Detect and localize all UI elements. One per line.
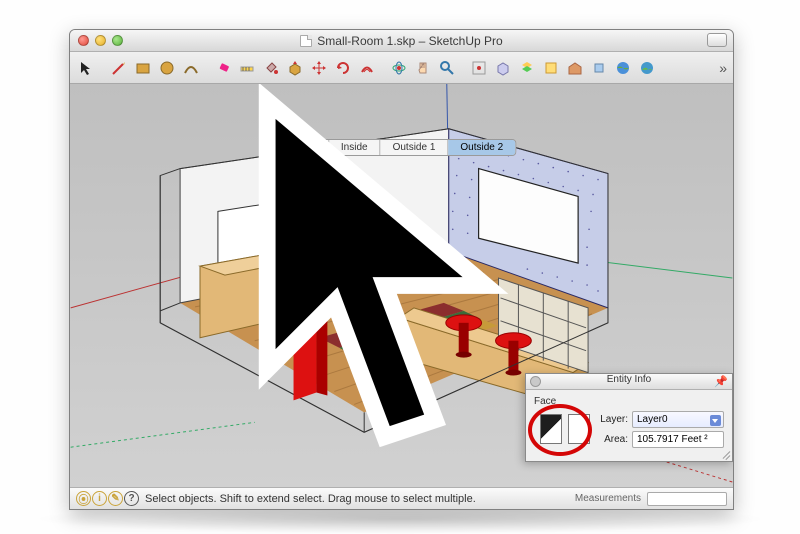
pan-tool[interactable] bbox=[412, 57, 434, 79]
layer-label: Layer: bbox=[594, 414, 628, 425]
entity-type-label: Face bbox=[534, 396, 724, 407]
measurements-label: Measurements bbox=[575, 493, 641, 504]
add-location-tool[interactable] bbox=[540, 57, 562, 79]
measurements-box: Measurements bbox=[575, 492, 727, 506]
scene-tab-inside[interactable]: Inside bbox=[329, 140, 381, 155]
document-icon bbox=[300, 35, 312, 47]
front-face-swatch[interactable] bbox=[540, 414, 562, 444]
model-viewport[interactable]: Top Inside Outside 1 Outside 2 Entity In… bbox=[70, 84, 733, 487]
panel-pin-icon[interactable]: 📌 bbox=[714, 375, 728, 388]
status-hint: Select objects. Shift to extend select. … bbox=[145, 493, 476, 505]
scene-tab-outside1[interactable]: Outside 1 bbox=[381, 140, 449, 155]
face-material-swatches bbox=[540, 414, 590, 444]
paint-bucket-tool[interactable] bbox=[260, 57, 282, 79]
zoom-tool[interactable] bbox=[436, 57, 458, 79]
push-pull-tool[interactable] bbox=[284, 57, 306, 79]
extension-tool[interactable] bbox=[588, 57, 610, 79]
rectangle-tool[interactable] bbox=[132, 57, 154, 79]
measurements-input[interactable] bbox=[647, 492, 727, 506]
area-label: Area: bbox=[594, 434, 628, 445]
entity-info-panel[interactable]: Entity Info 📌 Face Layer: Layer0 Area: 1… bbox=[525, 373, 733, 462]
geolocation-icon[interactable]: ⦿ bbox=[76, 491, 91, 506]
toolbar-overflow-icon[interactable]: » bbox=[719, 60, 727, 76]
status-bar: ⦿ i ✎ ? Select objects. Shift to extend … bbox=[70, 487, 733, 509]
titlebar[interactable]: Small-Room 1.skp – SketchUp Pro bbox=[70, 30, 733, 52]
entity-info-titlebar[interactable]: Entity Info 📌 bbox=[526, 374, 732, 390]
eraser-tool[interactable] bbox=[212, 57, 234, 79]
3d-warehouse-tool[interactable] bbox=[564, 57, 586, 79]
help-icon[interactable]: ? bbox=[124, 491, 139, 506]
tape-measure-tool[interactable] bbox=[236, 57, 258, 79]
move-tool[interactable] bbox=[308, 57, 330, 79]
scene-tabs: Top Inside Outside 1 Outside 2 bbox=[287, 139, 516, 156]
offset-tool[interactable] bbox=[356, 57, 378, 79]
panel-close-button[interactable] bbox=[530, 376, 541, 387]
select-tool[interactable] bbox=[76, 57, 98, 79]
scene-tab-top[interactable]: Top bbox=[288, 140, 329, 155]
window-title-text: Small-Room 1.skp – SketchUp Pro bbox=[317, 34, 502, 48]
claim-credit-icon[interactable]: ✎ bbox=[108, 491, 123, 506]
back-face-swatch[interactable] bbox=[568, 414, 590, 444]
panel-resize-grip[interactable] bbox=[718, 447, 730, 459]
rotate-tool[interactable] bbox=[332, 57, 354, 79]
orbit-tool[interactable] bbox=[388, 57, 410, 79]
main-toolbar: » bbox=[70, 52, 733, 84]
layer-dropdown[interactable]: Layer0 bbox=[632, 411, 724, 428]
toolbar-toggle-button[interactable] bbox=[707, 33, 727, 47]
window-title: Small-Room 1.skp – SketchUp Pro bbox=[70, 34, 733, 48]
arc-tool[interactable] bbox=[180, 57, 202, 79]
line-tool[interactable] bbox=[108, 57, 130, 79]
area-value-field: 105.7917 Feet ² bbox=[632, 431, 724, 448]
zoom-extents-tool[interactable] bbox=[468, 57, 490, 79]
status-icons: ⦿ i ✎ ? bbox=[76, 491, 139, 506]
entity-info-body: Face Layer: Layer0 Area: 105.7917 Feet ² bbox=[526, 390, 732, 461]
google-earth-tool[interactable] bbox=[612, 57, 634, 79]
outliner-tool[interactable] bbox=[516, 57, 538, 79]
scene-tab-outside2[interactable]: Outside 2 bbox=[448, 140, 515, 155]
component-tool[interactable] bbox=[492, 57, 514, 79]
app-window: Small-Room 1.skp – SketchUp Pro » bbox=[69, 29, 734, 510]
entity-info-title: Entity Info bbox=[607, 374, 651, 385]
preview-tool[interactable] bbox=[636, 57, 658, 79]
credits-icon[interactable]: i bbox=[92, 491, 107, 506]
circle-tool[interactable] bbox=[156, 57, 178, 79]
